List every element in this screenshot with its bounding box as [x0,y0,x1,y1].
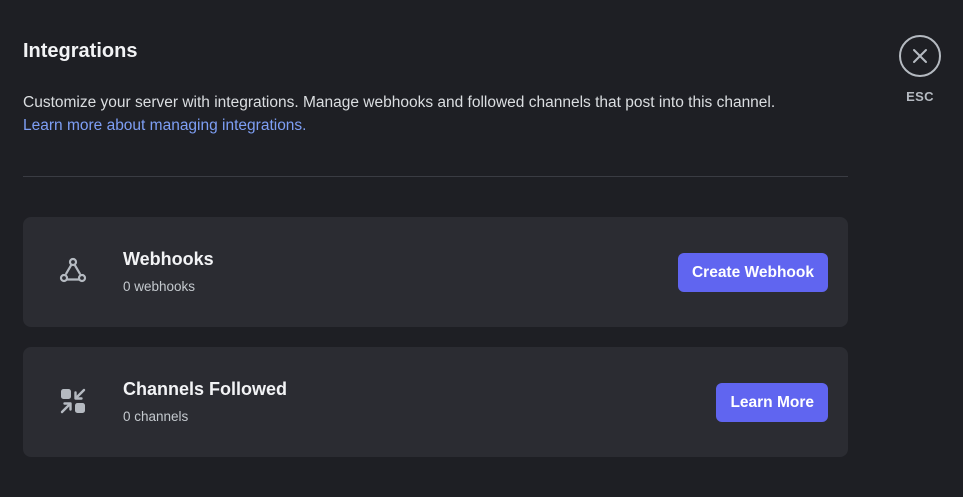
page-title: Integrations [23,40,138,62]
channels-followed-count: 0 channels [123,409,189,424]
close-icon [913,49,927,63]
webhooks-count: 0 webhooks [123,279,196,294]
learn-more-integrations-link[interactable]: Learn more about managing integrations. [23,114,863,137]
channels-followed-title: Channels Followed [123,379,288,399]
integrations-page: Integrations Customize your server with … [0,0,963,497]
description-text: Customize your server with integrations.… [23,94,776,111]
webhook-icon [57,255,89,287]
webhooks-card: Webhooks 0 webhooks Create Webhook [23,217,848,327]
channels-followed-icon [57,385,89,417]
section-divider [23,176,848,177]
webhooks-title: Webhooks [123,249,214,269]
create-webhook-button[interactable]: Create Webhook [677,253,828,292]
esc-label: ESC [906,89,934,104]
close-area: ESC [897,35,943,104]
close-button[interactable] [899,35,941,77]
channels-followed-card: Channels Followed 0 channels Learn More [23,347,848,457]
page-description: Customize your server with integrations.… [23,91,863,137]
learn-more-button[interactable]: Learn More [716,383,828,422]
